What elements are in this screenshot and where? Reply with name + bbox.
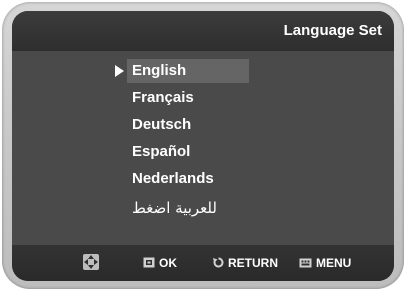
language-option-deutsch[interactable]: Deutsch	[127, 113, 249, 140]
ok-label: OK	[159, 256, 177, 270]
language-label: Français	[132, 89, 194, 106]
language-option-arabic[interactable]: للعربية اضغط	[127, 194, 249, 223]
language-list: English Français Deutsch Español Nederla…	[115, 59, 249, 223]
language-menu: English Français Deutsch Español Nederla…	[12, 51, 394, 245]
directional-pad-icon	[83, 254, 99, 270]
return-label: RETURN	[228, 256, 278, 270]
ok-hint: OK	[143, 255, 177, 271]
menu-label: MENU	[316, 256, 352, 270]
key-guide-bar: OK RETURN MENU	[12, 245, 394, 281]
menu-key-icon	[299, 258, 312, 268]
language-label: Español	[132, 143, 191, 160]
language-label: للعربية اضغط	[132, 199, 217, 217]
language-label: Nederlands	[132, 170, 214, 187]
page-title: Language Set	[283, 22, 382, 39]
title-bar: Language Set	[12, 11, 394, 51]
language-option-francais[interactable]: Français	[127, 86, 249, 113]
return-hint: RETURN	[213, 255, 278, 271]
language-label: Deutsch	[132, 116, 192, 133]
selection-pointer-icon	[115, 65, 124, 77]
menu-hint: MENU	[299, 255, 351, 271]
language-option-english[interactable]: English	[115, 59, 249, 83]
language-label: English	[132, 62, 187, 79]
enter-key-icon	[143, 257, 155, 268]
language-option-espanol[interactable]: Español	[127, 140, 249, 167]
osd-screen: Language Set English Français Deutsch Es…	[12, 11, 394, 281]
return-arrow-icon	[213, 257, 224, 268]
language-option-nederlands[interactable]: Nederlands	[127, 167, 249, 194]
